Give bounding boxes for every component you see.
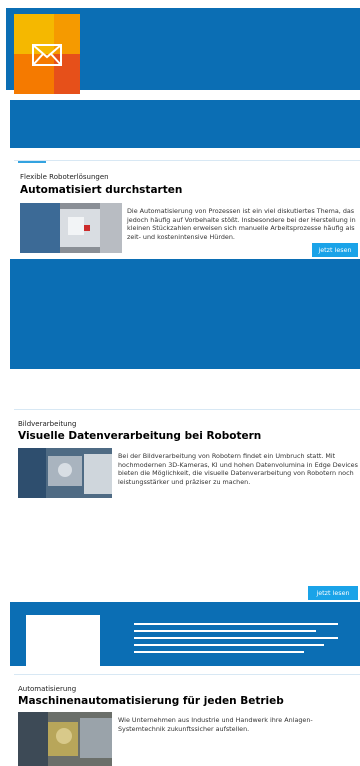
ad-banner[interactable]: [10, 259, 360, 369]
article-image[interactable]: [20, 203, 122, 253]
envelope-icon: [32, 44, 62, 66]
article-teaser: Wie Unternehmen aus Industrie und Handwe…: [118, 716, 313, 733]
header-navigation-bar: [10, 100, 360, 148]
divider: [14, 674, 360, 675]
promo-text-line: [134, 637, 338, 639]
article-kicker: Flexible Roboterlösungen: [20, 173, 109, 181]
promo-text-line: [134, 651, 304, 653]
divider: [14, 409, 360, 410]
article-teaser: Die Automatisierung von Prozessen ist ei…: [127, 207, 356, 241]
article-teaser: Bei der Bildverarbeitung von Robotern fi…: [118, 452, 358, 486]
promo-text-line: [134, 623, 338, 625]
divider: [14, 160, 360, 161]
article-image[interactable]: [18, 712, 112, 766]
article-title[interactable]: Maschinenautomatisierung für jeden Betri…: [18, 695, 284, 707]
article-kicker: Bildverarbeitung: [18, 420, 77, 428]
article-image[interactable]: [18, 448, 112, 498]
promo-image-placeholder: [26, 615, 100, 667]
promo-text-line: [134, 644, 324, 646]
divider-accent: [18, 161, 46, 163]
promo-text-line: [134, 630, 316, 632]
article-kicker: Automatisierung: [18, 685, 77, 693]
read-now-button[interactable]: jetzt lesen: [312, 243, 358, 257]
article-title[interactable]: Visuelle Datenverarbeitung bei Robotern: [18, 430, 261, 442]
article-title[interactable]: Automatisiert durchstarten: [20, 184, 182, 196]
newsletter-logo[interactable]: [14, 14, 80, 94]
read-now-button[interactable]: jetzt lesen: [308, 586, 358, 600]
